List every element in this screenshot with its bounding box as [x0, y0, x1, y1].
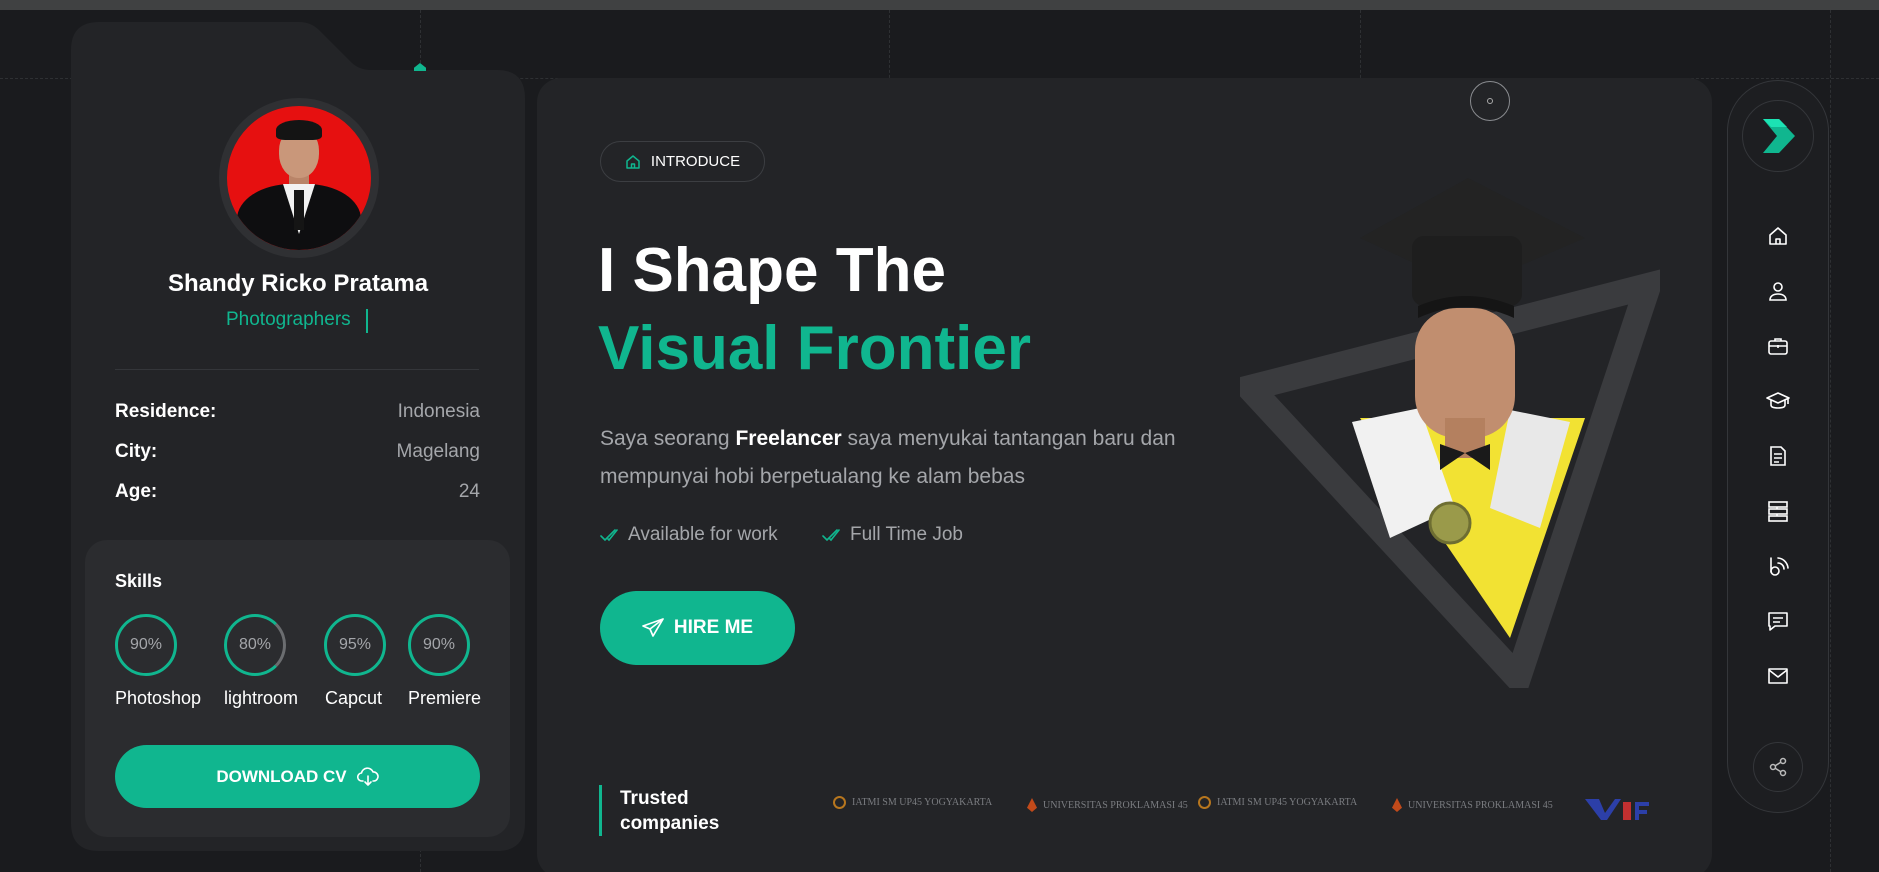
server-icon — [1767, 500, 1789, 522]
check-full-time: Full Time Job — [822, 524, 963, 546]
nav-contact[interactable] — [1764, 662, 1792, 690]
info-label-residence: Residence: — [115, 401, 217, 422]
info-value-city: Magelang — [396, 441, 480, 462]
profile-role: Photographers — [226, 309, 351, 330]
nav-testimonials[interactable] — [1764, 607, 1792, 635]
skills-title: Skills — [115, 571, 163, 591]
trusted-accent — [599, 785, 602, 836]
briefcase-icon — [1767, 335, 1789, 357]
avatar — [219, 98, 379, 258]
nav-portfolio[interactable] — [1764, 497, 1792, 525]
hire-me-button[interactable]: HIRE ME — [600, 591, 795, 665]
trusted-heading: Trusted companies — [620, 786, 719, 836]
nav-education[interactable] — [1764, 387, 1792, 415]
hero-description: Saya seorang Freelancer saya menyukai ta… — [600, 420, 1200, 496]
company-logo: IATMI SM UP45 YOGYAKARTA — [833, 796, 992, 809]
hero-photo — [1240, 178, 1660, 688]
info-label-city: City: — [115, 441, 158, 462]
skill-name-capcut: Capcut — [325, 688, 383, 708]
info-label-age: Age: — [115, 481, 158, 502]
skill-ring-lightroom: 80% — [224, 614, 286, 676]
check-full-time-label: Full Time Job — [850, 524, 963, 545]
nav-about[interactable] — [1764, 277, 1792, 305]
company-logo: IATMI SM UP45 YOGYAKARTA — [1198, 796, 1357, 809]
introduce-tag: INTRODUCE — [600, 141, 765, 182]
skill-name-lightroom: lightroom — [224, 688, 299, 708]
nav-home[interactable] — [1764, 222, 1792, 250]
share-icon — [1768, 757, 1788, 777]
blog-icon — [1767, 555, 1789, 577]
skill-ring-capcut: 95% — [324, 614, 386, 676]
introduce-label: INTRODUCE — [650, 153, 741, 170]
cloud-download-icon — [356, 766, 379, 787]
skill-name-premiere: Premiere — [408, 688, 482, 708]
typing-cursor — [366, 309, 368, 333]
cursor-indicator — [1470, 81, 1510, 121]
document-icon — [1768, 445, 1788, 467]
download-cv-button[interactable]: DOWNLOAD CV — [115, 745, 480, 808]
check-available: Available for work — [600, 524, 778, 546]
hire-me-label: HIRE ME — [673, 617, 754, 638]
chat-icon — [1767, 610, 1789, 632]
desc-pre: Saya seorang — [600, 427, 736, 450]
company-logo — [1583, 796, 1653, 822]
mail-icon — [1767, 665, 1789, 687]
double-check-icon — [822, 528, 840, 542]
trusted-line1: Trusted — [620, 788, 689, 809]
info-value-residence: Indonesia — [397, 401, 480, 422]
top-bar — [0, 0, 1879, 10]
trusted-line2: companies — [620, 813, 720, 834]
download-cv-label: DOWNLOAD CV — [216, 766, 347, 786]
divider — [115, 369, 479, 370]
user-icon — [1767, 280, 1789, 302]
chevron-logo-icon — [1759, 117, 1797, 155]
company-logo: UNIVERSITAS PROKLAMASI 45 — [1392, 798, 1553, 812]
graduation-cap-icon — [1766, 390, 1790, 412]
nav-services[interactable] — [1764, 332, 1792, 360]
home-icon — [625, 154, 641, 170]
desc-bold: Freelancer — [735, 427, 842, 450]
skill-ring-photoshop: 90% — [115, 614, 177, 676]
check-available-label: Available for work — [628, 524, 778, 545]
nav-blog[interactable] — [1764, 552, 1792, 580]
share-button[interactable] — [1753, 742, 1803, 792]
info-value-age: 24 — [458, 481, 480, 502]
nav-resume[interactable] — [1764, 442, 1792, 470]
paper-plane-icon — [642, 618, 664, 638]
profile-name: Shandy Ricko Pratama — [167, 270, 429, 297]
home-icon — [1767, 225, 1789, 247]
skill-name-photoshop: Photoshop — [115, 688, 202, 708]
skill-ring-premiere: 90% — [408, 614, 470, 676]
company-logo: UNIVERSITAS PROKLAMASI 45 — [1027, 798, 1188, 812]
hero-title-line1: I Shape The — [598, 236, 946, 305]
brand-logo[interactable] — [1742, 100, 1814, 172]
hero-title-line2: Visual Frontier — [598, 314, 1031, 383]
double-check-icon — [600, 528, 618, 542]
grid-line — [1830, 10, 1831, 872]
